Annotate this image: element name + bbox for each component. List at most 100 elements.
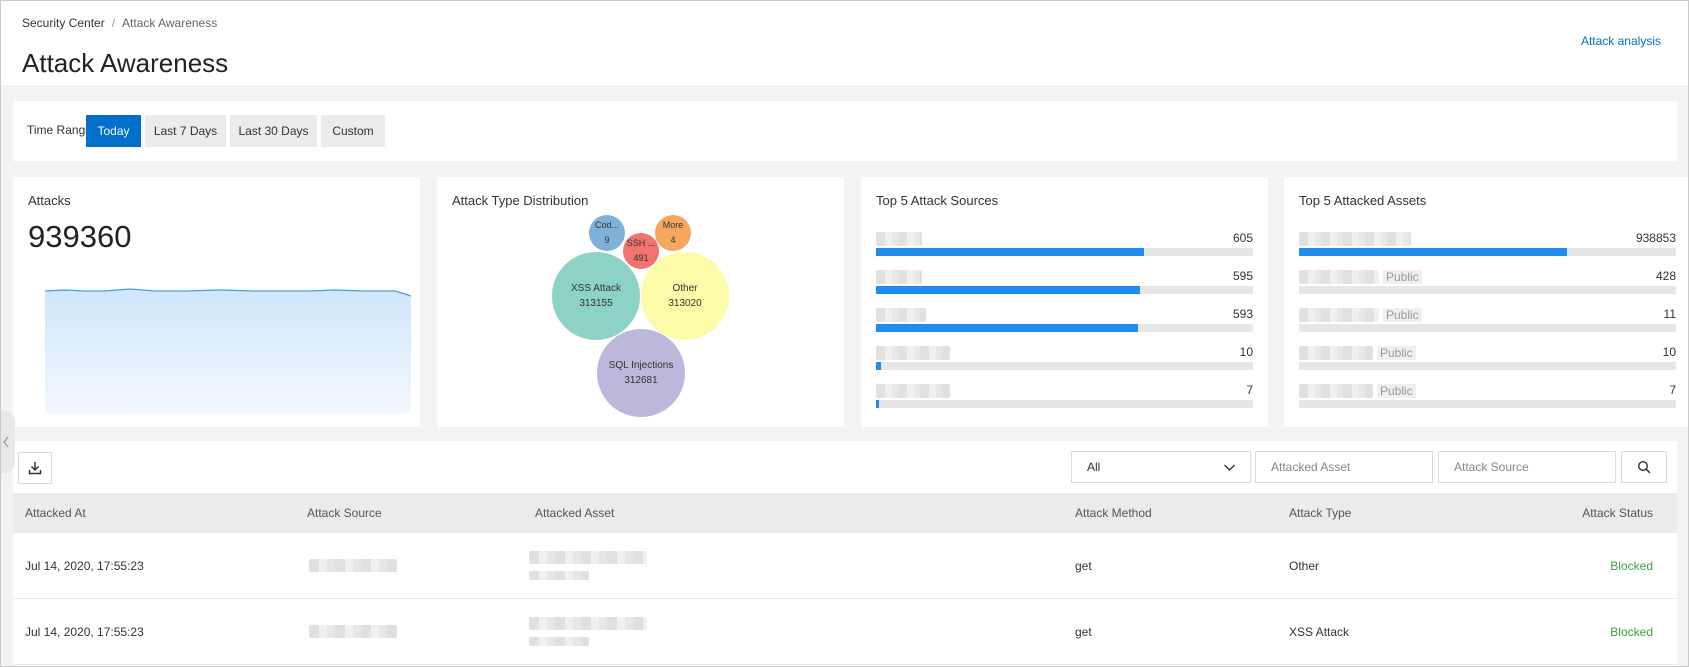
bubble-more-label: More: [662, 220, 684, 230]
attack-analysis-link[interactable]: Attack analysis: [1581, 34, 1661, 48]
breadcrumb-root[interactable]: Security Center: [22, 16, 105, 30]
asset-row[interactable]: Public 11: [1299, 307, 1676, 337]
attacks-card-title: Attacks: [28, 193, 71, 208]
asset-public-tag: Public: [1377, 345, 1416, 360]
asset-label: Public: [1299, 307, 1422, 322]
chevron-left-icon: [3, 436, 9, 448]
table-row[interactable]: Jul 14, 2020, 17:55:23 get Other Blocked: [13, 533, 1677, 599]
attack-type-select-value: All: [1087, 460, 1101, 474]
source-bar-fill: [876, 362, 881, 370]
column-attack-method[interactable]: Attack Method: [1075, 506, 1152, 520]
top-attacked-assets-card: Top 5 Attacked Assets 938853 Public 428 …: [1284, 177, 1688, 427]
time-range-label: Time Range:: [27, 123, 96, 137]
column-attack-source[interactable]: Attack Source: [307, 506, 382, 520]
bubble-sql-label: SQL Injections: [608, 360, 674, 371]
cell-attacked-asset-sub-redacted: [529, 571, 589, 580]
asset-row[interactable]: 938853: [1299, 231, 1676, 261]
page-title: Attack Awareness: [22, 48, 229, 78]
asset-bar-track: [1299, 362, 1676, 370]
cell-attack-method: get: [1075, 559, 1092, 573]
bubble-more-value: 4: [670, 235, 676, 245]
attack-type-select[interactable]: All: [1071, 451, 1251, 483]
attack-source-input[interactable]: [1438, 451, 1616, 483]
chevron-down-icon: [1224, 464, 1235, 471]
source-row[interactable]: 593: [876, 307, 1253, 337]
column-attacked-at[interactable]: Attacked At: [25, 506, 86, 520]
cell-attacked-at: Jul 14, 2020, 17:55:23: [25, 625, 144, 639]
sidebar-toggle[interactable]: [1, 411, 15, 473]
column-attack-type[interactable]: Attack Type: [1289, 506, 1351, 520]
cell-attacked-asset-redacted: [529, 617, 647, 630]
asset-bar-track: [1299, 286, 1676, 294]
search-icon: [1637, 460, 1651, 474]
asset-label: Public: [1299, 345, 1416, 360]
source-bar-track: [876, 400, 1253, 408]
bubble-xss-attack[interactable]: XSS Attack 313155: [552, 252, 640, 340]
source-bar-fill: [876, 286, 1140, 294]
time-range-last-7-days[interactable]: Last 7 Days: [145, 115, 226, 147]
cell-attacked-at: Jul 14, 2020, 17:55:23: [25, 559, 144, 573]
download-button[interactable]: [18, 452, 52, 484]
attacks-total: 939360: [28, 219, 132, 254]
cell-attack-type: XSS Attack: [1289, 625, 1350, 639]
table-row[interactable]: Jul 14, 2020, 17:55:23 get XSS Attack Bl…: [13, 599, 1677, 665]
source-bar-fill: [876, 248, 1144, 256]
assets-card-title: Top 5 Attacked Assets: [1299, 193, 1427, 208]
source-label: [876, 269, 922, 284]
source-bar-fill: [876, 324, 1138, 332]
source-count: 10: [1239, 345, 1253, 359]
search-button[interactable]: [1621, 451, 1667, 483]
bubble-ssh-label: SSH ...: [626, 238, 656, 248]
source-row[interactable]: 7: [876, 383, 1253, 413]
bubble-sql-injections[interactable]: SQL Injections 312681: [597, 329, 685, 417]
breadcrumb: Security Center / Attack Awareness: [22, 16, 217, 30]
bubble-other-label: Other: [672, 283, 698, 294]
source-bar-track: [876, 248, 1253, 256]
cell-attacked-asset-sub-redacted: [529, 637, 589, 646]
breadcrumb-separator: /: [111, 16, 116, 30]
time-range-today[interactable]: Today: [86, 115, 141, 147]
breadcrumb-current: Attack Awareness: [122, 16, 218, 30]
bubble-cod-value: 9: [604, 235, 610, 245]
source-bar-track: [876, 324, 1253, 332]
bubble-other[interactable]: Other 313020: [641, 252, 729, 340]
attacks-card: Attacks 939360: [13, 177, 420, 427]
source-label: [876, 231, 922, 246]
asset-count: 938853: [1635, 231, 1676, 245]
attacked-asset-input[interactable]: [1255, 451, 1433, 483]
source-row[interactable]: 605: [876, 231, 1253, 261]
column-attacked-asset[interactable]: Attacked Asset: [535, 506, 614, 520]
asset-bar-track: [1299, 248, 1676, 256]
source-row[interactable]: 10: [876, 345, 1253, 375]
asset-row[interactable]: Public 7: [1299, 383, 1676, 413]
bubble-xss-label: XSS Attack: [570, 283, 622, 294]
bubble-cod-label: Cod...: [594, 220, 619, 230]
app-frame: Security Center / Attack Awareness Attack …: [0, 0, 1689, 667]
source-bar-fill: [876, 400, 880, 408]
attacks-trend-area: [45, 289, 411, 413]
asset-public-tag: Public: [1383, 307, 1422, 322]
asset-label: Public: [1299, 269, 1422, 284]
time-range-last-30-days[interactable]: Last 30 Days: [230, 115, 317, 147]
time-range-custom[interactable]: Custom: [321, 115, 385, 147]
page-header: Security Center / Attack Awareness Attack …: [1, 1, 1688, 85]
sources-card-title: Top 5 Attack Sources: [876, 193, 999, 208]
attacks-trend-chart: [45, 288, 411, 413]
attack-events-panel: All Attacked At Attack Source Attacked A…: [13, 441, 1677, 666]
asset-row[interactable]: Public 10: [1299, 345, 1676, 375]
asset-count: 428: [1655, 269, 1676, 283]
cell-attack-status: Blocked: [1610, 625, 1653, 639]
asset-row[interactable]: Public 428: [1299, 269, 1676, 299]
asset-bar-track: [1299, 400, 1676, 408]
cell-attack-method: get: [1075, 625, 1092, 639]
source-row[interactable]: 595: [876, 269, 1253, 299]
asset-bar-track: [1299, 324, 1676, 332]
asset-public-tag: Public: [1377, 383, 1416, 398]
column-attack-status[interactable]: Attack Status: [1582, 506, 1653, 520]
asset-bar-fill: [1299, 248, 1567, 256]
bubble-cod[interactable]: Cod... 9: [589, 215, 625, 251]
table-header: Attacked At Attack Source Attacked Asset…: [13, 493, 1677, 533]
bubble-more[interactable]: More 4: [655, 215, 691, 251]
top-attack-sources-card: Top 5 Attack Sources 605 595 593 10 7: [861, 177, 1268, 427]
cell-attack-source-redacted: [309, 559, 397, 572]
